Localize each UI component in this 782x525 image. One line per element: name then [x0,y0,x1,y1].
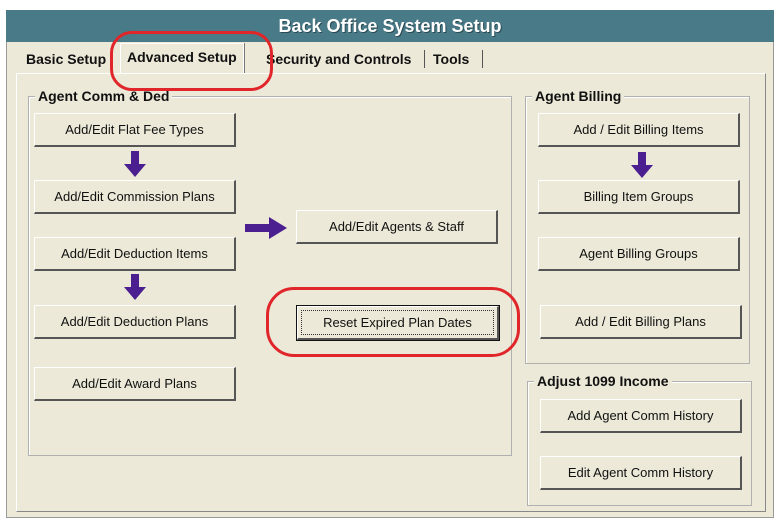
reset-expired-highlight [266,287,520,357]
edit-agent-comm-history-button[interactable]: Edit Agent Comm History [540,456,742,490]
flat-fee-types-button[interactable]: Add/Edit Flat Fee Types [34,113,236,147]
award-plans-button[interactable]: Add/Edit Award Plans [34,367,236,401]
tab-separator [424,50,425,68]
agent-comm-group: Agent Comm & Ded [28,88,512,456]
agent-billing-groups-button[interactable]: Agent Billing Groups [538,237,740,271]
tab-security-and-controls[interactable]: Security and Controls [266,47,411,71]
tab-tools[interactable]: Tools [433,47,469,71]
commission-plans-button[interactable]: Add/Edit Commission Plans [34,180,236,214]
tab-basic-setup[interactable]: Basic Setup [26,47,106,71]
deduction-plans-button[interactable]: Add/Edit Deduction Plans [34,305,236,339]
down-arrow-icon [124,151,146,177]
deduction-items-button[interactable]: Add/Edit Deduction Items [34,237,236,271]
tab-separator [482,50,483,68]
down-arrow-icon [631,152,653,178]
billing-items-button[interactable]: Add / Edit Billing Items [538,113,740,147]
add-agent-comm-history-button[interactable]: Add Agent Comm History [540,399,742,433]
right-arrow-icon [245,217,287,239]
billing-plans-button[interactable]: Add / Edit Billing Plans [540,305,742,339]
billing-item-groups-button[interactable]: Billing Item Groups [538,180,740,214]
agent-billing-legend: Agent Billing [532,88,625,104]
agents-staff-button[interactable]: Add/Edit Agents & Staff [296,210,498,244]
advanced-setup-highlight [110,31,273,91]
adjust-1099-legend: Adjust 1099 Income [534,373,672,389]
down-arrow-icon [124,274,146,300]
